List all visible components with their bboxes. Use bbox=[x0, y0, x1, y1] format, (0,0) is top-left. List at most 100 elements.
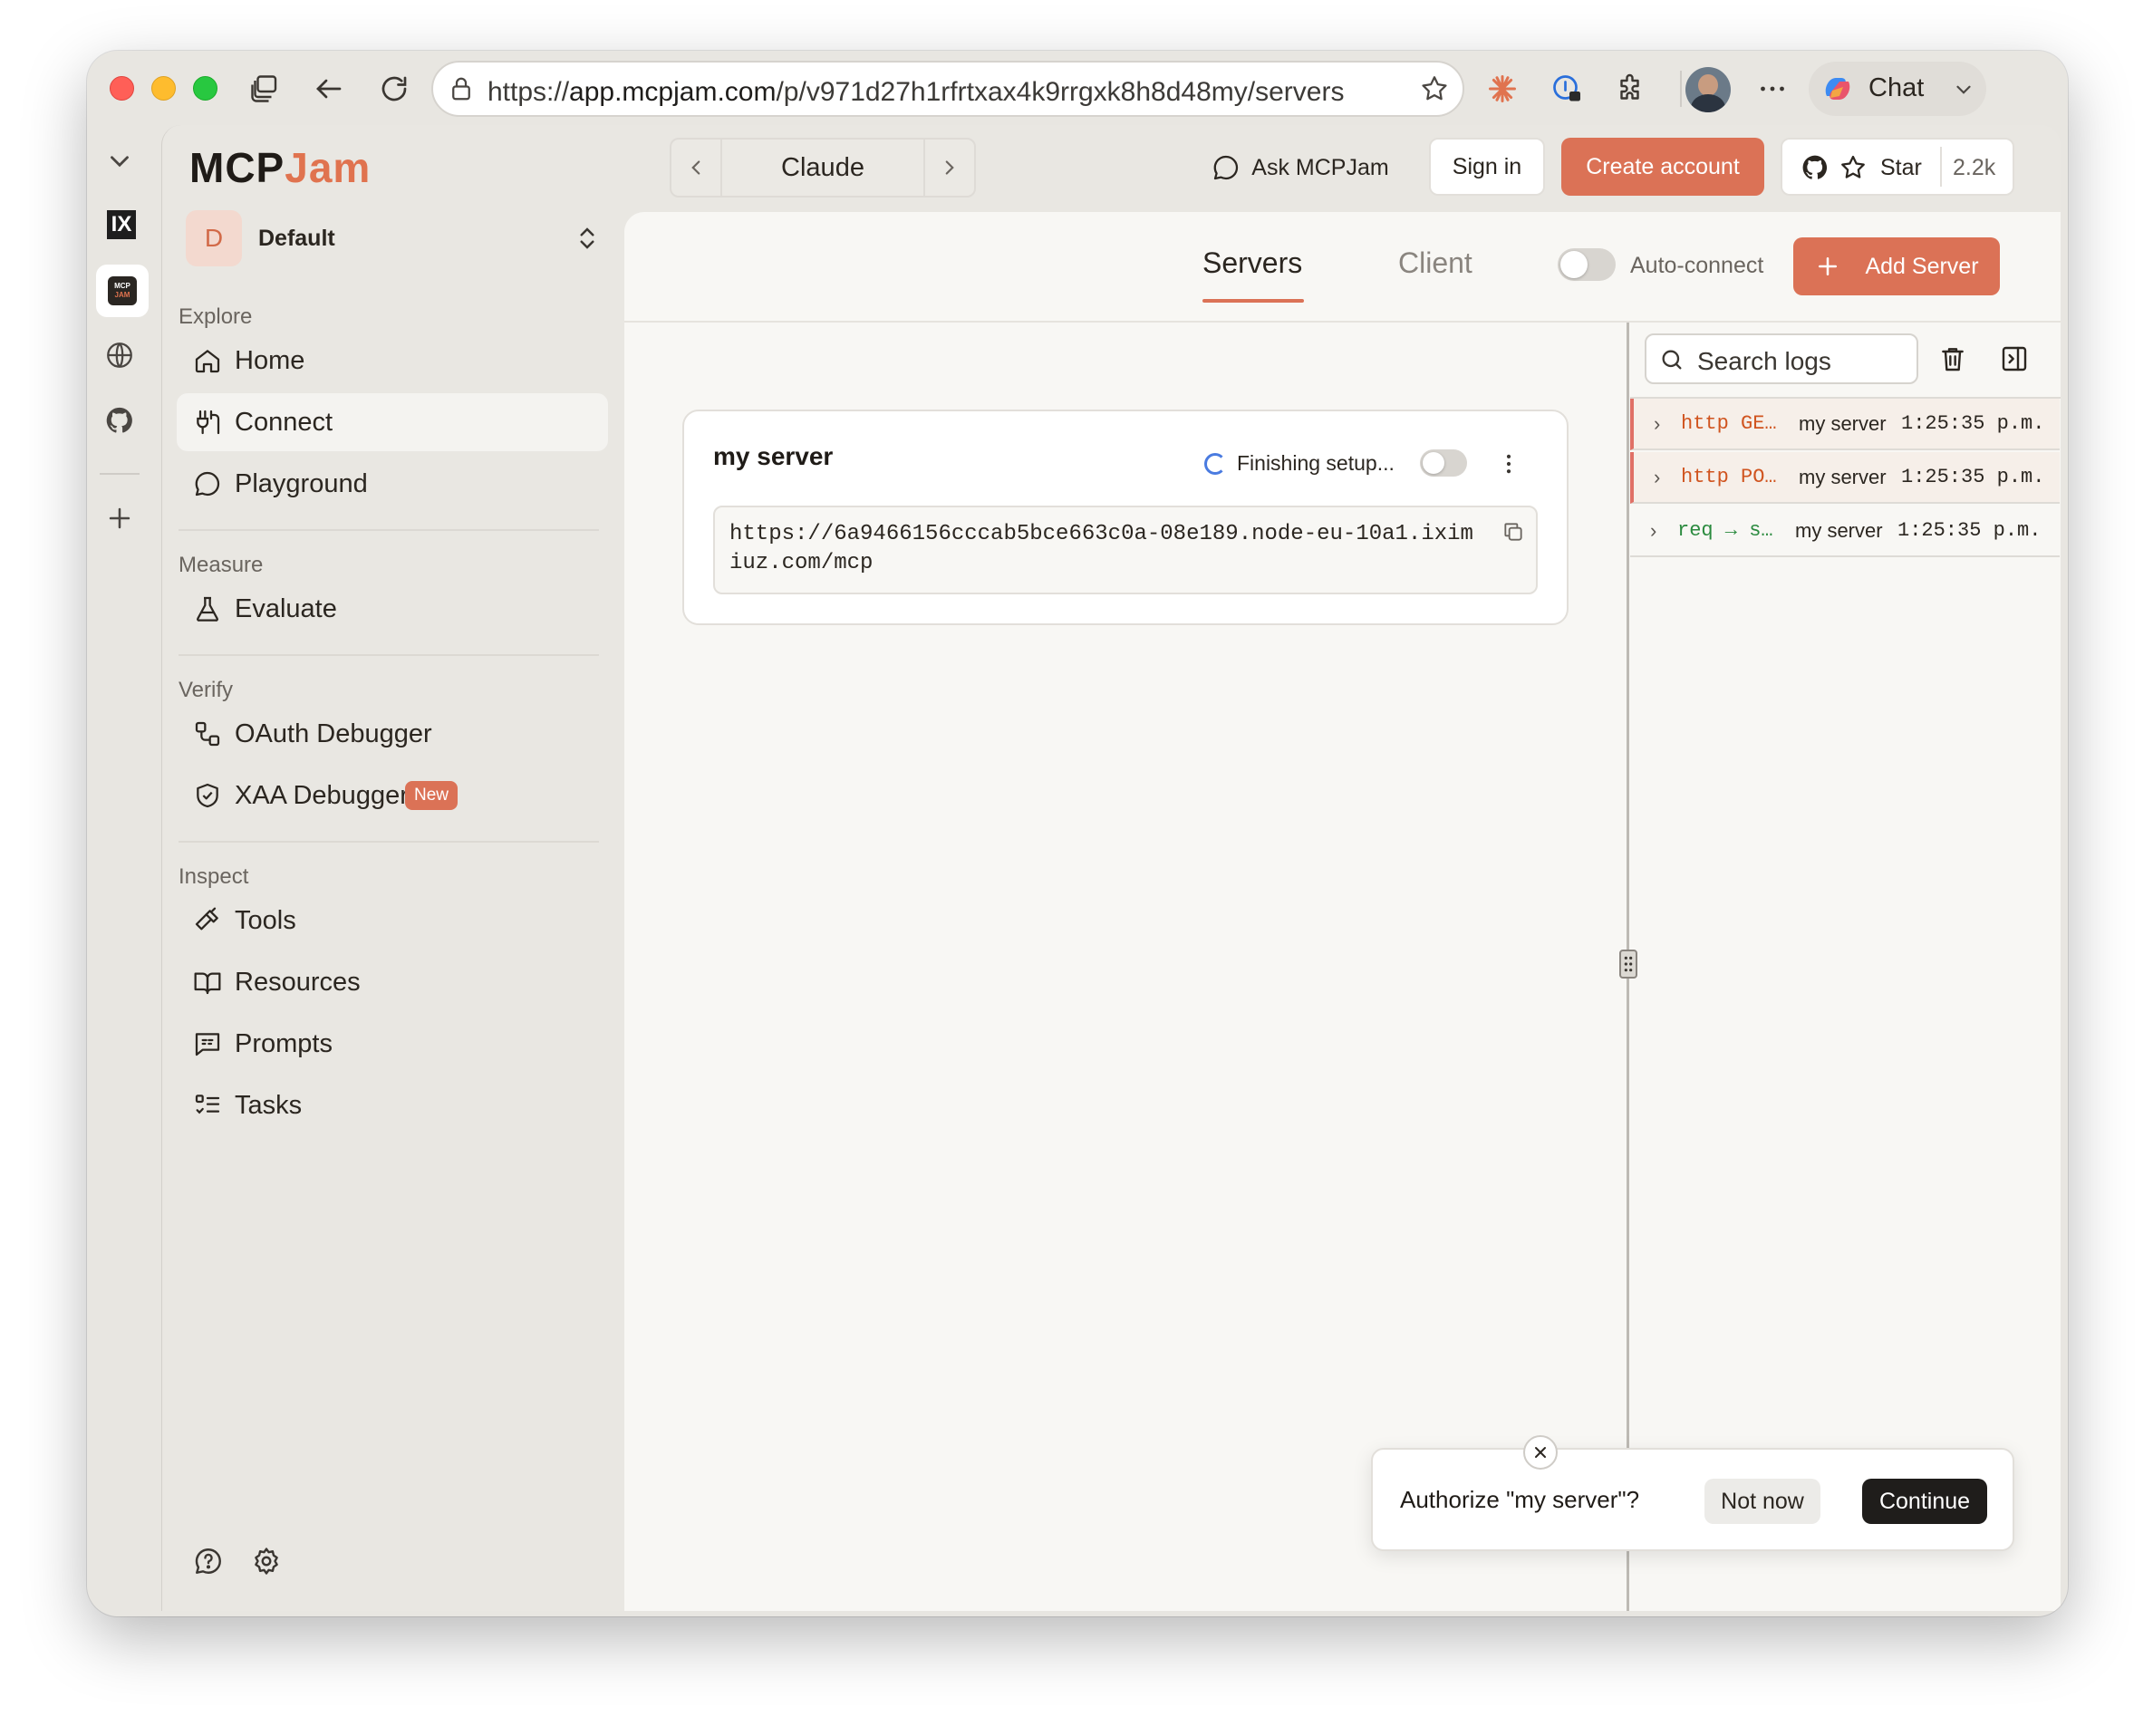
workspace-initial: D bbox=[204, 224, 224, 252]
prev-client-button[interactable] bbox=[671, 140, 722, 196]
password-extension-icon[interactable] bbox=[1545, 67, 1588, 111]
address-bar[interactable]: https://app.mcpjam.com/p/v971d27h1rfrtxa… bbox=[431, 61, 1464, 117]
log-kind: http PO… bbox=[1681, 466, 1777, 488]
toolbar-divider bbox=[1680, 71, 1682, 107]
sidebar-item-prompts[interactable]: Prompts bbox=[177, 1015, 608, 1073]
brand-logo-right: Jam bbox=[285, 144, 372, 191]
client-name[interactable]: Claude bbox=[722, 140, 923, 196]
github-star-button[interactable]: Star 2.2k bbox=[1781, 138, 2014, 196]
kebab-menu-icon[interactable] bbox=[1496, 449, 1521, 478]
sidebar-item-label: Prompts bbox=[235, 1029, 333, 1058]
url-path: /p/v971d27h1rfrtxax4k9rrgxk8h8d48my/serv… bbox=[776, 77, 1345, 107]
log-row[interactable]: › http PO… my server 1:25:35 p.m. bbox=[1630, 452, 2060, 504]
ix-app-icon[interactable]: IX bbox=[107, 210, 136, 239]
maximize-window-button[interactable] bbox=[193, 76, 217, 101]
log-time: 1:25:35 p.m. bbox=[1901, 412, 2045, 435]
loading-spinner-icon bbox=[1204, 453, 1226, 475]
log-kind: http GE… bbox=[1681, 412, 1777, 435]
collapse-panel-icon[interactable] bbox=[2000, 344, 2029, 373]
tab-client[interactable]: Client bbox=[1398, 246, 1472, 280]
sidebar-item-tasks[interactable]: Tasks bbox=[177, 1076, 608, 1134]
tabs-icon[interactable] bbox=[243, 67, 286, 111]
server-enabled-toggle[interactable] bbox=[1420, 449, 1467, 477]
continue-button[interactable]: Continue bbox=[1862, 1479, 1987, 1524]
browser-window: https://app.mcpjam.com/p/v971d27h1rfrtxa… bbox=[87, 51, 2068, 1616]
server-card[interactable]: my server Finishing setup... https://6a9… bbox=[682, 410, 1569, 625]
sign-in-button[interactable]: Sign in bbox=[1429, 138, 1545, 196]
section-label-measure: Measure bbox=[179, 553, 264, 577]
next-client-button[interactable] bbox=[923, 140, 974, 196]
logs-panel: Search logs › http GE… my server 1:25:35… bbox=[1630, 323, 2061, 1611]
github-icon bbox=[1802, 155, 1828, 179]
github-icon[interactable] bbox=[96, 397, 143, 444]
sidebar-item-home[interactable]: Home bbox=[177, 332, 608, 390]
globe-icon[interactable] bbox=[96, 332, 143, 379]
sidebar-item-label: Playground bbox=[235, 469, 368, 498]
add-server-button[interactable]: Add Server bbox=[1793, 237, 2000, 295]
sidebar-item-label: Home bbox=[235, 346, 305, 375]
create-account-button[interactable]: Create account bbox=[1561, 138, 1764, 196]
chevron-right-icon bbox=[945, 160, 954, 175]
chevron-right-icon: › bbox=[1650, 519, 1657, 542]
sidebar-item-label: Evaluate bbox=[235, 594, 337, 623]
auto-connect-toggle[interactable] bbox=[1558, 248, 1616, 281]
back-arrow-icon[interactable] bbox=[307, 67, 351, 111]
main-panel: Servers Client Auto-connect Add Server m… bbox=[624, 212, 2061, 1611]
brand-logo[interactable]: MCPJam bbox=[189, 143, 371, 192]
sidebar-item-evaluate[interactable]: Evaluate bbox=[177, 580, 608, 638]
flask-icon bbox=[193, 594, 222, 623]
sidebar-item-xaa-debugger[interactable]: XAA Debugger New bbox=[177, 767, 608, 825]
log-row[interactable]: › req → s… my server 1:25:35 p.m. bbox=[1630, 506, 2060, 557]
close-window-button[interactable] bbox=[110, 76, 134, 101]
sidebar-item-label: Resources bbox=[235, 968, 361, 997]
log-kind: req → s… bbox=[1677, 519, 1773, 542]
extensions-puzzle-icon[interactable] bbox=[1609, 67, 1653, 111]
add-plus-icon[interactable] bbox=[96, 495, 143, 542]
authorize-toast: Authorize "my server"? Not now Continue bbox=[1371, 1448, 2014, 1551]
sidebar-item-connect[interactable]: Connect bbox=[177, 393, 608, 451]
close-toast-button[interactable] bbox=[1523, 1435, 1558, 1470]
chevron-up-down-icon bbox=[574, 225, 601, 252]
profile-avatar[interactable] bbox=[1685, 67, 1731, 112]
copy-icon[interactable] bbox=[1501, 520, 1525, 544]
sidebar-divider bbox=[179, 841, 599, 843]
section-label-inspect: Inspect bbox=[179, 864, 249, 889]
sidebar-item-oauth-debugger[interactable]: OAuth Debugger bbox=[177, 705, 608, 763]
rail-item-mcpjam[interactable]: MCP JAM bbox=[96, 265, 149, 317]
search-logs-field[interactable]: Search logs bbox=[1645, 333, 1918, 384]
sidebar-item-tools[interactable]: Tools bbox=[177, 892, 608, 950]
copilot-chat-button[interactable]: Chat bbox=[1809, 62, 1986, 116]
mcpjam-app-icon: MCP JAM bbox=[108, 276, 137, 305]
log-row[interactable]: › http GE… my server 1:25:35 p.m. bbox=[1630, 399, 2060, 450]
plus-icon bbox=[1819, 257, 1838, 275]
ask-mcpjam-button[interactable]: Ask MCPJam bbox=[1204, 140, 1396, 196]
sidebar-item-label: XAA Debugger bbox=[235, 781, 409, 810]
trash-icon[interactable] bbox=[1938, 344, 1967, 373]
sidebar-item-resources[interactable]: Resources bbox=[177, 953, 608, 1011]
chat-bubble-icon bbox=[193, 469, 222, 498]
chat-bubble-icon bbox=[1213, 155, 1239, 180]
sidebar-item-playground[interactable]: Playground bbox=[177, 455, 608, 513]
not-now-button[interactable]: Not now bbox=[1704, 1479, 1820, 1524]
chat-label: Chat bbox=[1868, 73, 1925, 102]
claude-extension-icon[interactable] bbox=[1481, 67, 1524, 111]
help-icon[interactable] bbox=[193, 1546, 224, 1577]
reload-icon[interactable] bbox=[372, 67, 416, 111]
rail-collapse-chevron-icon[interactable] bbox=[96, 138, 143, 185]
chevron-left-icon bbox=[691, 160, 700, 175]
tab-servers[interactable]: Servers bbox=[1202, 246, 1302, 280]
more-options-icon[interactable] bbox=[1751, 67, 1794, 111]
lock-icon[interactable] bbox=[448, 75, 475, 102]
search-logs-input[interactable]: Search logs bbox=[1697, 347, 1831, 376]
bookmark-star-icon[interactable] bbox=[1419, 73, 1450, 104]
workspace-avatar: D bbox=[186, 210, 242, 266]
sidebar-item-label: Tools bbox=[235, 906, 296, 935]
workspace-selector[interactable]: D Default bbox=[186, 210, 606, 268]
log-time: 1:25:35 p.m. bbox=[1897, 519, 2042, 542]
client-selector: Claude bbox=[670, 138, 976, 198]
log-server: my server bbox=[1799, 466, 1887, 488]
minimize-window-button[interactable] bbox=[151, 76, 176, 101]
settings-gear-icon[interactable] bbox=[251, 1546, 282, 1577]
star-divider bbox=[1940, 147, 1942, 187]
ix-label: IX bbox=[111, 212, 132, 236]
